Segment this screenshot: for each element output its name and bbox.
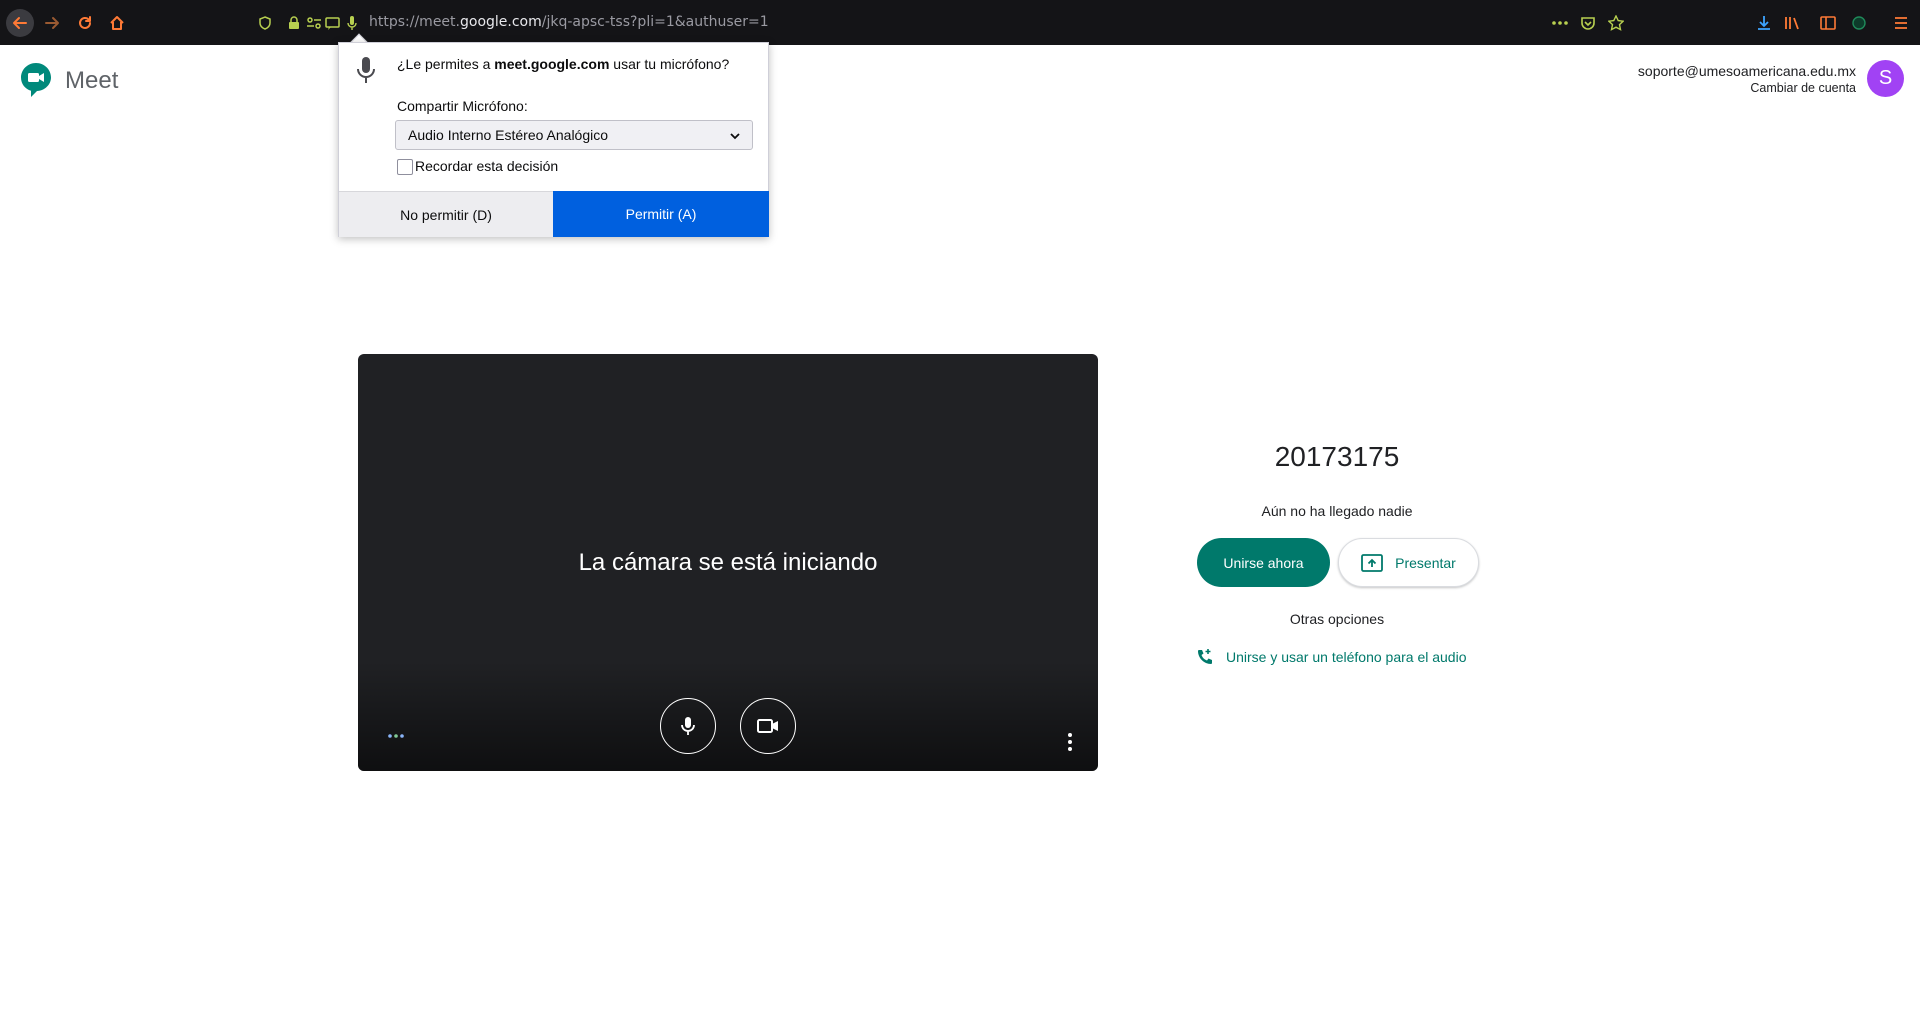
tracking-shield-icon[interactable] [256, 14, 274, 32]
video-camera-icon [757, 719, 778, 733]
browser-toolbar: https://meet.google.com/jkq-apsc-tss?pli… [0, 0, 1920, 45]
arrow-right-icon [45, 17, 59, 29]
camera-preview: La cámara se está iniciando [358, 354, 1098, 771]
phone-add-icon [1198, 649, 1212, 664]
permission-question: ¿Le permites a meet.google.com usar tu m… [397, 56, 729, 72]
join-with-phone-link[interactable]: Unirse y usar un teléfono para el audio [1196, 647, 1466, 667]
avatar[interactable]: S [1867, 60, 1904, 97]
present-screen-icon [1361, 553, 1384, 572]
share-microphone-label: Compartir Micrófono: [397, 98, 528, 114]
question-host: meet.google.com [494, 56, 610, 72]
microphone-permission-icon[interactable] [343, 14, 361, 32]
microphone-icon [681, 717, 695, 735]
question-suffix: usar tu micrófono? [609, 56, 730, 72]
permissions-icon[interactable] [305, 14, 323, 32]
question-prefix: ¿Le permites a [397, 56, 495, 72]
account-email: soporte@umesoamericana.edu.mx [1637, 63, 1856, 79]
url-prefix: https://meet. [369, 14, 460, 30]
lock-icon[interactable] [285, 14, 303, 32]
microphone-permission-popup: ¿Le permites a meet.google.com usar tu m… [338, 42, 769, 237]
more-options-icon[interactable] [1066, 732, 1074, 752]
camera-toggle-button[interactable] [740, 698, 796, 754]
present-label: Presentar [1395, 554, 1456, 571]
forward-button[interactable] [38, 9, 66, 37]
deny-button[interactable]: No permitir (D) [339, 191, 553, 237]
allow-button[interactable]: Permitir (A) [553, 191, 769, 237]
url-path: /jkq-apsc-tss?pli=1&authuser=1 [541, 14, 769, 30]
url-text[interactable]: https://meet.google.com/jkq-apsc-tss?pli… [369, 14, 769, 30]
reload-button[interactable] [71, 9, 99, 37]
present-button[interactable]: Presentar [1338, 538, 1479, 587]
pocket-icon[interactable] [1578, 13, 1598, 33]
switch-account-link[interactable]: Cambiar de cuenta [1750, 81, 1856, 95]
join-now-button[interactable]: Unirse ahora [1197, 538, 1330, 587]
extension-icon[interactable] [1849, 13, 1869, 33]
participants-status: Aún no ha llegado nadie [1261, 503, 1413, 519]
loading-dots-icon [388, 734, 404, 738]
reload-icon [79, 16, 91, 29]
microphone-icon [357, 57, 375, 83]
selected-device: Audio Interno Estéreo Analógico [408, 127, 609, 143]
camera-status-text: La cámara se está iniciando [578, 549, 878, 576]
back-button[interactable] [6, 9, 34, 37]
meeting-code: 20173175 [1274, 441, 1400, 472]
downloads-icon[interactable] [1754, 13, 1774, 33]
arrow-left-icon [13, 17, 27, 29]
preview-gradient [358, 661, 1098, 771]
meet-logo-icon[interactable] [20, 62, 52, 98]
library-icon[interactable] [1783, 13, 1803, 33]
notification-permission-icon[interactable] [324, 14, 342, 32]
address-bar[interactable]: https://meet.google.com/jkq-apsc-tss?pli… [248, 10, 1623, 36]
meet-brand[interactable]: Meet [65, 67, 118, 95]
other-options-heading: Otras opciones [1289, 611, 1385, 627]
page-actions-icon[interactable] [1550, 13, 1570, 33]
home-icon [110, 16, 124, 30]
menu-icon[interactable] [1891, 13, 1911, 33]
bookmark-star-icon[interactable] [1606, 13, 1626, 33]
home-button[interactable] [103, 9, 131, 37]
phone-link-label: Unirse y usar un teléfono para el audio [1226, 649, 1467, 665]
sidebar-icon[interactable] [1818, 13, 1838, 33]
url-host: google.com [460, 14, 542, 30]
remember-decision-checkbox[interactable] [397, 159, 413, 175]
microphone-toggle-button[interactable] [660, 698, 716, 754]
chevron-down-icon [730, 133, 740, 140]
remember-decision-label[interactable]: Recordar esta decisión [415, 158, 558, 174]
microphone-device-select[interactable]: Audio Interno Estéreo Analógico [395, 120, 753, 150]
